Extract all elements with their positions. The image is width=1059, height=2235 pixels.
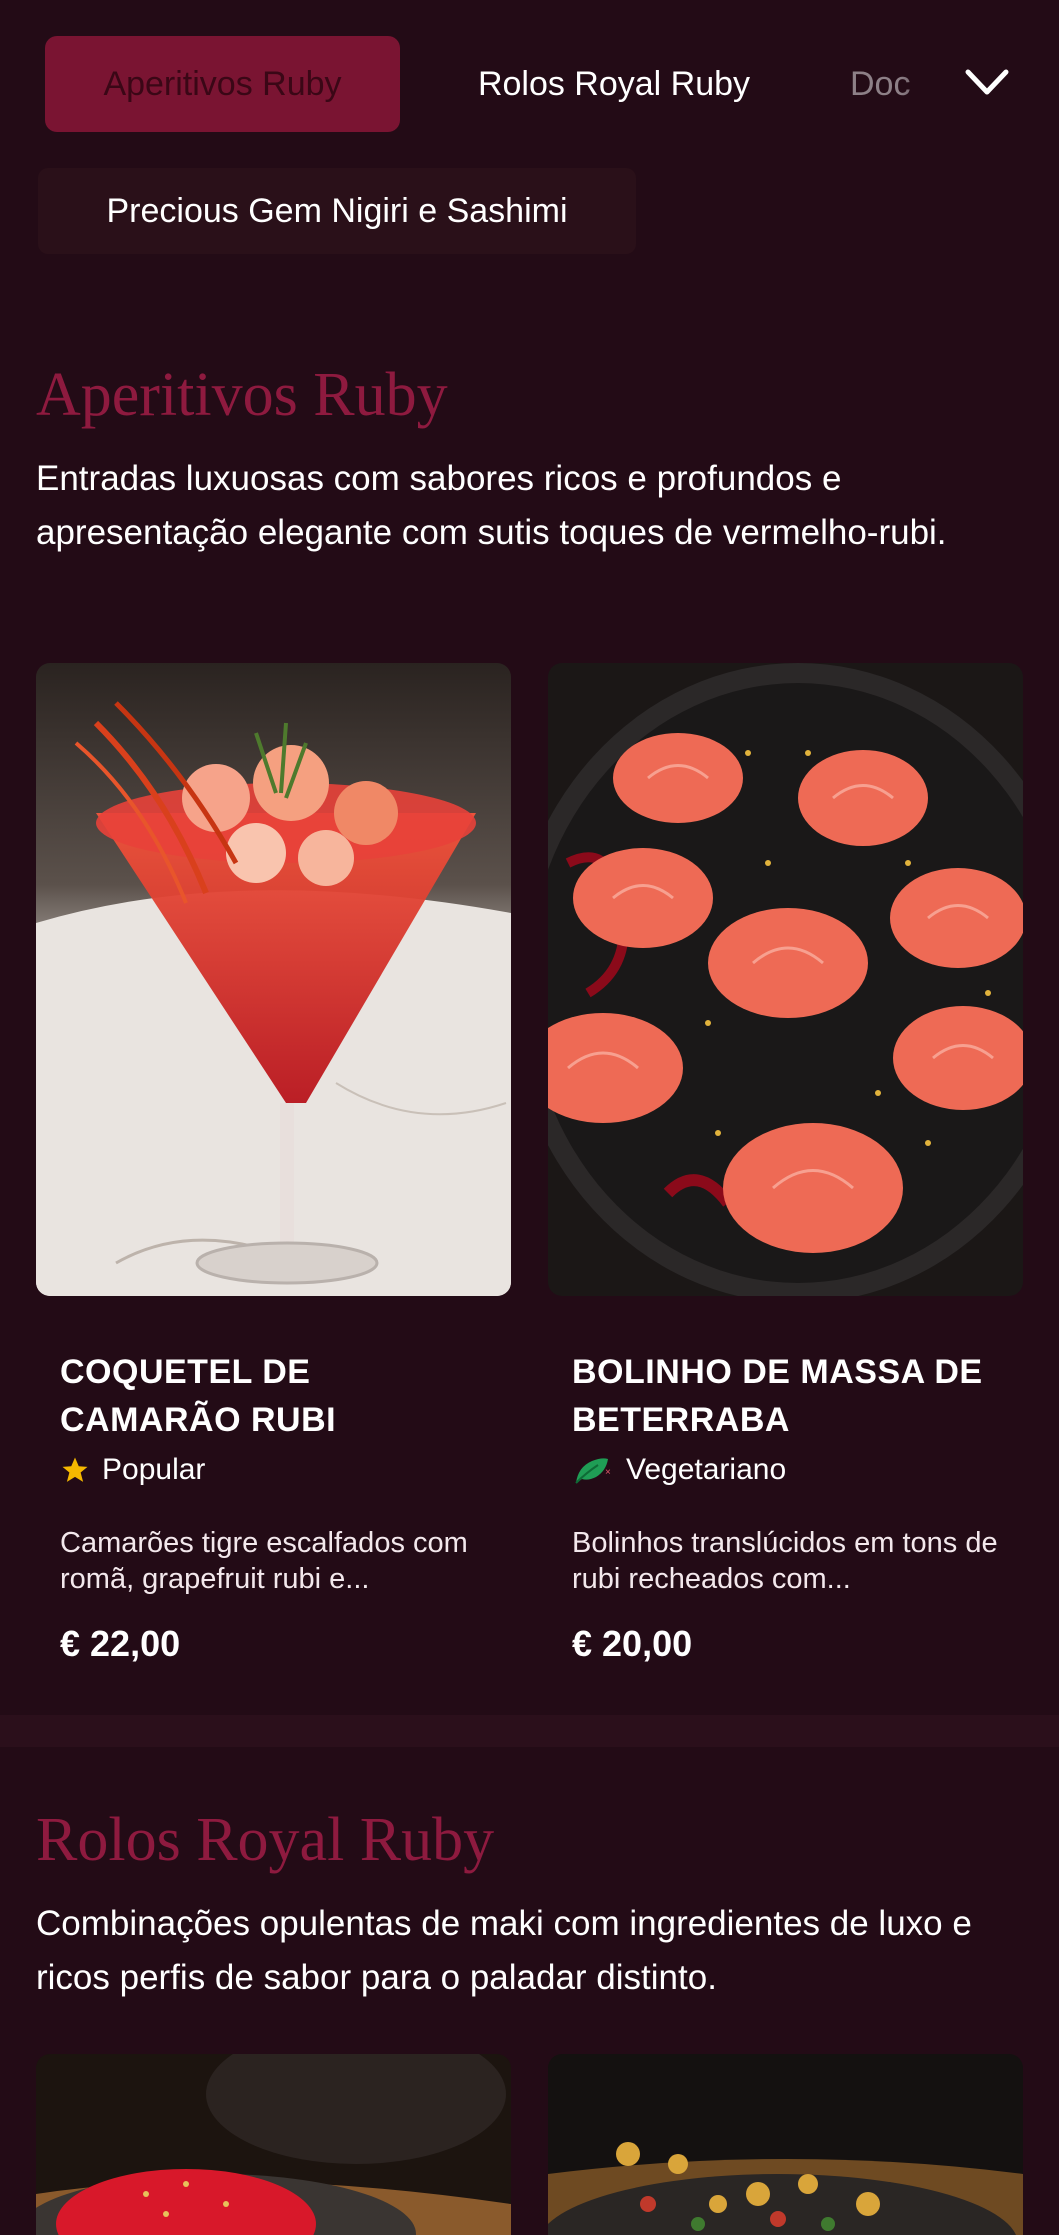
menu-item-price: € 22,00 bbox=[60, 1623, 181, 1664]
section-divider bbox=[0, 1715, 1059, 1747]
section-title: Rolos Royal Ruby bbox=[36, 1806, 495, 1874]
menu-item-price: € 20,00 bbox=[572, 1623, 693, 1664]
tab-precious-gem-nigiri[interactable]: Precious Gem Nigiri e Sashimi bbox=[38, 168, 636, 254]
svg-text:×: × bbox=[605, 1467, 611, 1478]
menu-item-name: BOLINHO DE MASSA DE BETERRABA bbox=[572, 1353, 983, 1439]
vegetarian-leaf-icon: × bbox=[575, 1458, 611, 1484]
menu-item-tag: × Vegetariano bbox=[572, 1453, 786, 1487]
star-icon bbox=[62, 1457, 88, 1482]
chevron-down-icon[interactable] bbox=[962, 62, 1012, 102]
menu-item-description: Bolinhos translúcidos em tons de rubi re… bbox=[572, 1527, 998, 1595]
menu-item-card[interactable] bbox=[36, 2054, 511, 2235]
menu-item-tag: Popular bbox=[60, 1453, 205, 1487]
tab-rolos-royal-ruby[interactable]: Rolos Royal Ruby bbox=[430, 36, 798, 132]
menu-item-card[interactable]: BOLINHO DE MASSA DE BETERRABA × Vegetari… bbox=[548, 663, 1023, 1683]
section-description: Entradas luxuosas com sabores ricos e pr… bbox=[36, 459, 947, 552]
menu-item-card[interactable] bbox=[548, 2054, 1023, 2235]
tab-aperitivos-ruby[interactable]: Aperitivos Ruby bbox=[45, 36, 400, 132]
coquetel-camarao-image bbox=[36, 663, 511, 1296]
menu-item-name: COQUETEL DE CAMARÃO RUBI bbox=[60, 1353, 337, 1439]
section-title: Aperitivos Ruby bbox=[36, 361, 448, 429]
category-nav: Aperitivos Ruby Rolos Royal Ruby Doc Pre… bbox=[0, 0, 1059, 254]
menu-item-description: Camarões tigre escalfados com romã, grap… bbox=[60, 1527, 468, 1595]
bolinho-beterraba-image bbox=[548, 663, 1023, 1296]
tag-label: Vegetariano bbox=[626, 1453, 787, 1486]
section-description: Combinações opulentas de maki com ingred… bbox=[36, 1904, 972, 1997]
roll-image bbox=[36, 2054, 511, 2235]
tag-label: Popular bbox=[102, 1453, 206, 1486]
menu-item-card[interactable]: COQUETEL DE CAMARÃO RUBI Popular Camarõe… bbox=[36, 663, 511, 1683]
roll-image bbox=[548, 2054, 1023, 2235]
